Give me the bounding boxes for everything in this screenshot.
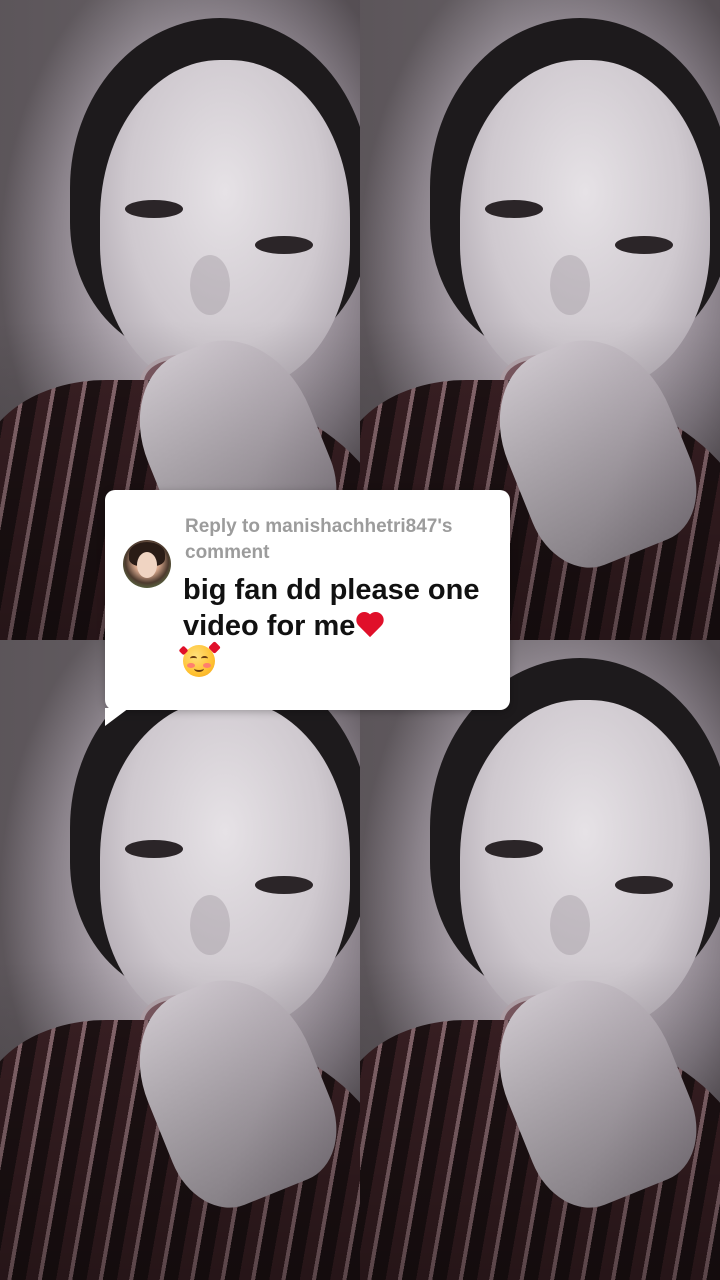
- red-heart-icon: [355, 611, 385, 639]
- comment-text: big fan dd please one video for me: [183, 574, 480, 642]
- commenter-avatar[interactable]: [123, 540, 171, 588]
- comment-text-block: big fan dd please one video for me: [178, 572, 493, 680]
- smiling-face-with-hearts-icon: [178, 641, 221, 677]
- reply-comment-sticker[interactable]: Reply to manishachhetri847's comment big…: [105, 490, 510, 726]
- reply-to-label: Reply to manishachhetri847's comment: [185, 516, 453, 563]
- video-frame-bottom-left: [0, 640, 360, 1280]
- speech-bubble-tail: [105, 708, 129, 726]
- video-frame-bottom-right: [360, 640, 720, 1280]
